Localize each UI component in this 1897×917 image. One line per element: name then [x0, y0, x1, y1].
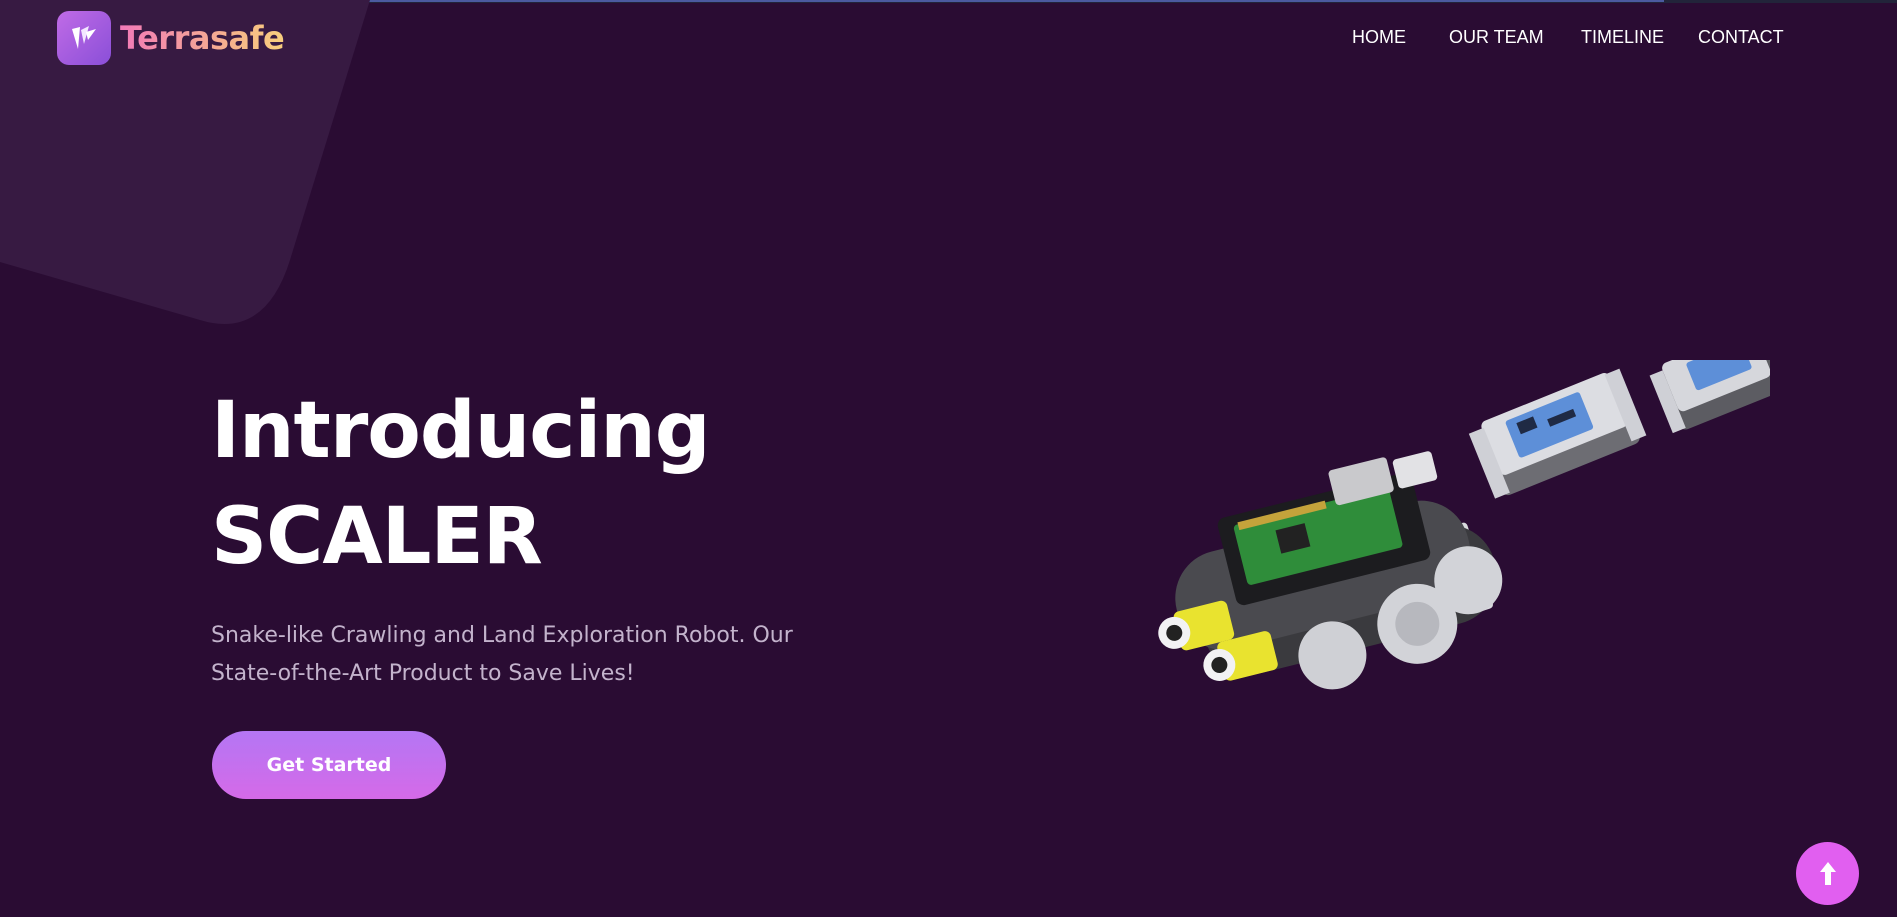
hero-title-line-1: Introducing	[211, 386, 711, 476]
nav-home[interactable]: HOME	[1352, 27, 1406, 48]
main-nav: HOME OUR TEAM TIMELINE CONTACT	[0, 27, 1897, 51]
nav-timeline[interactable]: TIMELINE	[1581, 27, 1664, 48]
hero-title: Introducing SCALER	[211, 378, 711, 590]
arrow-up-icon	[1819, 861, 1836, 885]
nav-contact[interactable]: CONTACT	[1698, 27, 1784, 48]
hero-title-line-2: SCALER	[211, 492, 543, 582]
nav-our-team[interactable]: OUR TEAM	[1449, 27, 1544, 48]
scroll-to-top-button[interactable]	[1796, 842, 1859, 905]
landing-page: Terrasafe HOME OUR TEAM TIMELINE CONTACT…	[0, 0, 1897, 917]
hero-subtitle: Snake-like Crawling and Land Exploration…	[211, 623, 793, 686]
scaler-robot-image	[1158, 360, 1770, 690]
get-started-button[interactable]: Get Started	[212, 731, 446, 799]
